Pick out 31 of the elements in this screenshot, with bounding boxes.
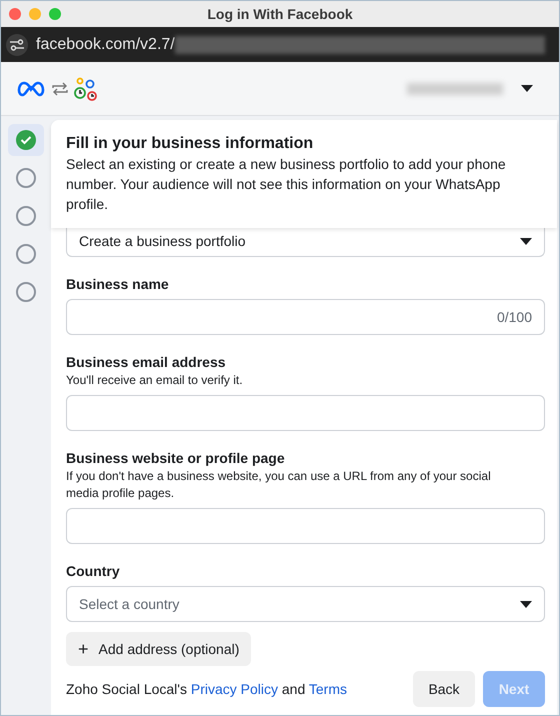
- text-input-field[interactable]: [66, 508, 545, 544]
- caret-icon: [521, 85, 533, 92]
- form-description: Select an existing or create a new business portfolio to add your phone number. Your audience will not see this information on your WhatsApp profile.: [66, 155, 507, 214]
- text-input-field[interactable]: 0/100: [66, 299, 545, 335]
- form-title: Fill in your business information: [66, 134, 314, 154]
- field-label: Business website or profile page: [66, 449, 286, 467]
- sync-arrows-icon: [51, 80, 69, 96]
- footer-text: Zoho Social Local's Privacy Policy and Terms: [66, 680, 348, 699]
- site-settings-icon[interactable]: [6, 34, 28, 56]
- field-help-text: You'll receive an email to verify it.: [66, 372, 244, 389]
- infinity-logo-icon: [17, 80, 45, 96]
- portfolio-dropdown[interactable]: Create a business portfolio: [66, 227, 545, 257]
- character-counter: 0/100: [496, 308, 532, 326]
- terms-link[interactable]: Terms: [308, 680, 348, 696]
- privacy-policy-link[interactable]: Privacy Policy: [190, 680, 278, 696]
- country-select[interactable]: Select a country: [66, 586, 545, 622]
- caret-icon: [520, 238, 532, 245]
- window-title: Log in With Facebook: [206, 4, 354, 24]
- caret-icon: [520, 600, 532, 608]
- field-label: Business name: [66, 275, 170, 293]
- field-help-text: If you don't have a business website, you can use a URL from any of your social media profile pages.: [66, 468, 492, 502]
- address-bar-url[interactable]: facebook.com/v2.7/: [36, 32, 175, 56]
- zoom-window-button[interactable]: [49, 8, 61, 20]
- field-label: Country: [66, 562, 121, 580]
- app-logo-icon: [73, 76, 99, 102]
- minimize-window-button[interactable]: [29, 8, 41, 20]
- back-button[interactable]: Back: [413, 671, 475, 707]
- close-window-button[interactable]: [9, 8, 21, 20]
- add-address-button[interactable]: + Add address (optional): [66, 632, 252, 666]
- field-label: Business email address: [66, 353, 227, 371]
- text-input-field[interactable]: [66, 395, 545, 431]
